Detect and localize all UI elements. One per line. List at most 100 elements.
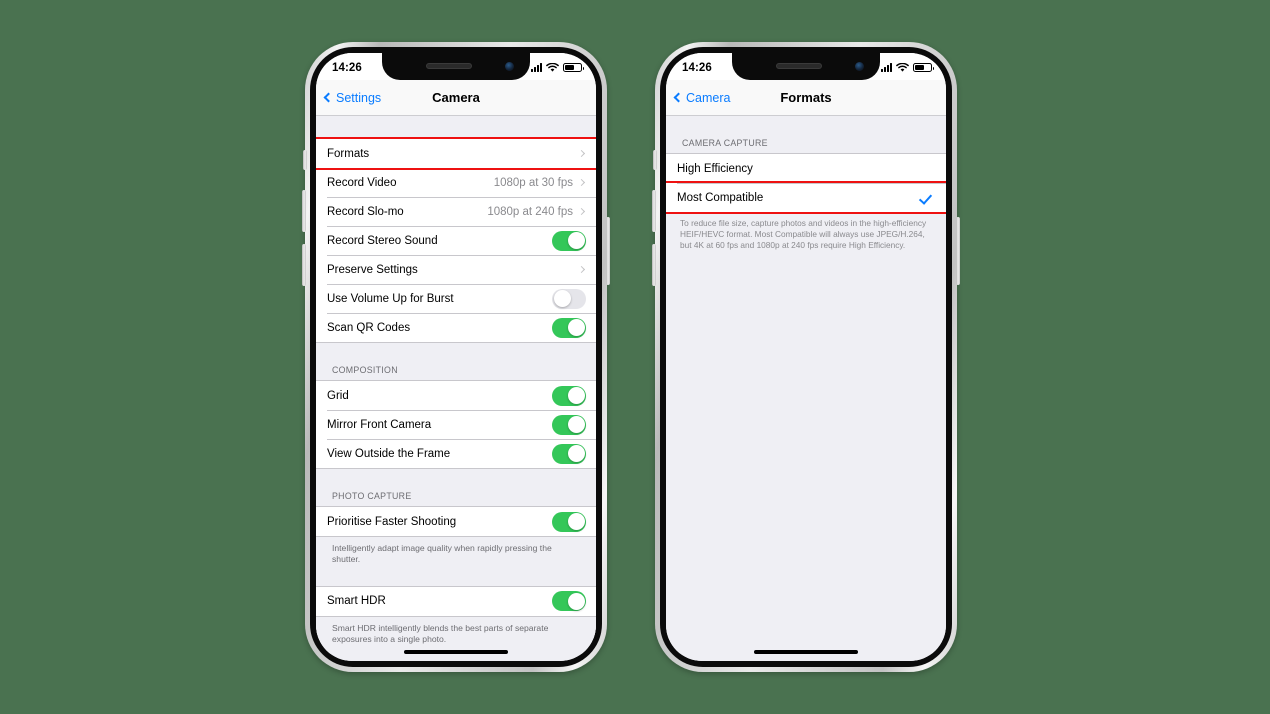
row-label: Record Stereo Sound (327, 234, 438, 247)
row-record-video[interactable]: Record Video 1080p at 30 fps (316, 168, 596, 197)
row-scan-qr-codes[interactable]: Scan QR Codes (316, 313, 596, 342)
section-header: CAMERA CAPTURE (682, 138, 768, 148)
row-label: Prioritise Faster Shooting (327, 515, 457, 528)
row-value: 1080p at 30 fps (493, 176, 573, 189)
toggle-knob (567, 387, 585, 404)
section-header: COMPOSITION (332, 365, 398, 375)
row-mirror-front-camera[interactable]: Mirror Front Camera (316, 410, 596, 439)
formats-list[interactable]: CAMERA CAPTURE High Efficiency Most Compat… (666, 116, 946, 661)
formats-group: High Efficiency Most Compatible (666, 153, 946, 214)
power-button[interactable] (606, 217, 610, 285)
formats-description: To reduce file size, capture photos and … (666, 213, 946, 260)
back-button-camera[interactable]: Camera (673, 90, 731, 105)
mute-switch-button[interactable] (303, 150, 307, 170)
toggle-switch[interactable] (552, 288, 586, 309)
row-view-outside-the-frame[interactable]: View Outside the Frame (316, 439, 596, 468)
front-camera-icon (505, 62, 514, 71)
option-most-compatible[interactable]: Most Compatible (666, 181, 946, 214)
front-camera-icon (855, 62, 864, 71)
row-smart-hdr[interactable]: Smart HDR (316, 586, 596, 616)
row-prioritise-faster-shooting[interactable]: Prioritise Faster Shooting (316, 507, 596, 536)
back-button-settings[interactable]: Settings (323, 91, 381, 105)
row-label: Record Slo-mo (327, 205, 404, 218)
settings-group: Formats Record Video 1080p at 30 fps Record… (316, 137, 596, 343)
row-record-stereo-sound[interactable]: Record Stereo Sound (316, 226, 596, 255)
row-label: Formats (327, 147, 370, 160)
section-spacer (316, 574, 596, 586)
settings-group: Prioritise Faster Shooting (316, 506, 596, 537)
phone-screen: 14:26 Settings Camera Formats Record Vid… (316, 53, 596, 661)
chevron-left-icon (323, 92, 334, 103)
mute-switch-button[interactable] (653, 150, 657, 170)
iphone-device-camera-settings: 14:26 Settings Camera Formats Record Vid… (302, 42, 610, 672)
navigation-bar: Camera Formats (666, 80, 946, 116)
chevron-left-icon (673, 92, 684, 103)
row-record-slo-mo[interactable]: Record Slo-mo 1080p at 240 fps (316, 197, 596, 226)
row-label: Scan QR Codes (327, 321, 411, 334)
toggle-switch[interactable] (552, 443, 586, 464)
battery-icon (913, 62, 934, 73)
power-button[interactable] (956, 217, 960, 285)
earpiece-speaker-icon (776, 63, 822, 69)
status-bar-indicators (531, 62, 584, 73)
toggle-knob (553, 290, 571, 307)
section-footnote: Intelligently adapt image quality when r… (316, 537, 596, 575)
row-preserve-settings[interactable]: Preserve Settings (316, 255, 596, 284)
wifi-icon (896, 62, 909, 72)
chevron-right-icon (577, 149, 586, 158)
iphone-device-formats: 14:26 Camera Formats CAMERA CAPTURE High… (652, 42, 960, 672)
display-notch (732, 53, 880, 80)
row-formats[interactable]: Formats (316, 137, 596, 170)
toggle-switch[interactable] (552, 511, 586, 532)
home-indicator[interactable] (404, 650, 508, 654)
volume-down-button[interactable] (652, 244, 656, 286)
volume-down-button[interactable] (302, 244, 306, 286)
back-button-label: Camera (686, 90, 731, 105)
wifi-icon (546, 62, 559, 72)
toggle-switch[interactable] (552, 317, 586, 338)
section-spacer (666, 116, 946, 138)
chevron-right-icon (577, 178, 586, 187)
chevron-right-icon (577, 207, 586, 216)
section-header: PHOTO CAPTURE (332, 491, 412, 501)
row-label: Smart HDR (327, 595, 386, 608)
toggle-knob (567, 445, 585, 462)
row-label: Grid (327, 389, 349, 402)
signal-bars-icon (531, 63, 542, 72)
toggle-switch[interactable] (552, 385, 586, 406)
status-bar-time: 14:26 (682, 61, 712, 74)
checkmark-icon (920, 192, 932, 204)
volume-up-button[interactable] (652, 190, 656, 232)
option-high-efficiency[interactable]: High Efficiency (666, 154, 946, 183)
earpiece-speaker-icon (426, 63, 472, 69)
toggle-switch[interactable] (552, 591, 586, 612)
section-spacer (316, 343, 596, 365)
toggle-switch[interactable] (552, 230, 586, 251)
signal-bars-icon (881, 63, 892, 72)
home-indicator[interactable] (754, 650, 858, 654)
toggle-switch[interactable] (552, 414, 586, 435)
option-label: High Efficiency (677, 162, 753, 175)
volume-up-button[interactable] (302, 190, 306, 232)
settings-group: Smart HDR (316, 585, 596, 617)
status-bar-time: 14:26 (332, 61, 362, 74)
chevron-right-icon (577, 265, 586, 274)
row-value: 1080p at 240 fps (487, 205, 573, 218)
battery-icon (563, 62, 584, 73)
row-label: Preserve Settings (327, 263, 418, 276)
settings-group: Grid Mirror Front Camera View Outside the … (316, 380, 596, 469)
section-spacer (316, 116, 596, 138)
navigation-bar: Settings Camera (316, 80, 596, 116)
section-footnote: Smart HDR intelligently blends the best … (316, 616, 596, 655)
row-grid[interactable]: Grid (316, 381, 596, 410)
status-bar-indicators (881, 62, 934, 73)
toggle-knob (567, 416, 585, 433)
page-title: Camera (432, 90, 480, 105)
option-label: Most Compatible (677, 191, 764, 204)
section-spacer (316, 469, 596, 491)
row-label: Use Volume Up for Burst (327, 292, 454, 305)
phone-screen: 14:26 Camera Formats CAMERA CAPTURE High… (666, 53, 946, 661)
row-use-volume-up-for-burst[interactable]: Use Volume Up for Burst (316, 284, 596, 313)
settings-list[interactable]: Formats Record Video 1080p at 30 fps Record… (316, 116, 596, 661)
display-notch (382, 53, 530, 80)
